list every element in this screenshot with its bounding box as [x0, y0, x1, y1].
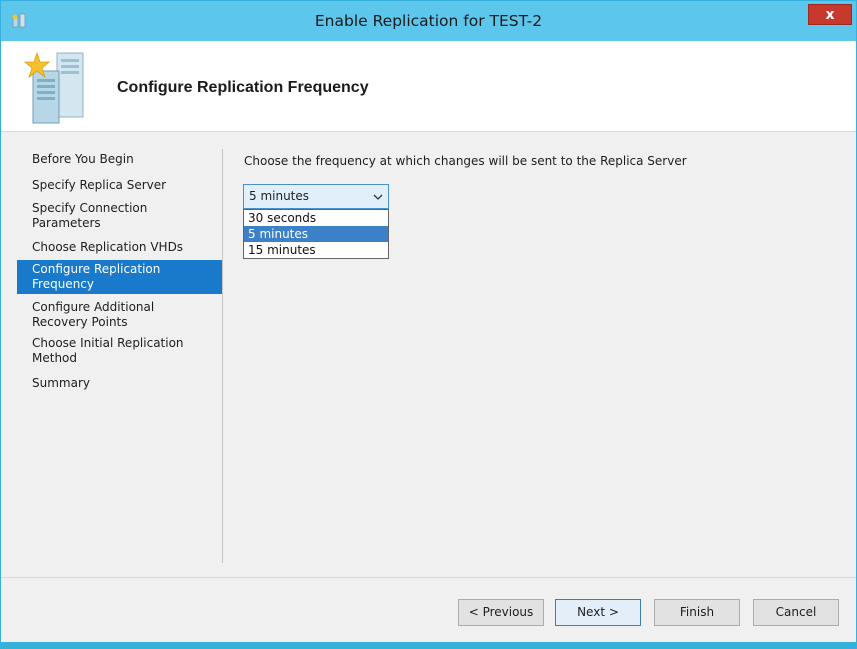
finish-button[interactable]: Finish: [654, 599, 740, 626]
nav-step-label: Choose Initial Replication Method: [32, 336, 184, 365]
frequency-select-value: 5 minutes: [249, 189, 310, 203]
frequency-select[interactable]: 5 minutes: [243, 184, 389, 209]
nav-step-choose-initial-replication-method[interactable]: Choose Initial Replication Method: [17, 336, 222, 366]
frequency-option-15-minutes[interactable]: 15 minutes: [244, 242, 388, 258]
window-bottom-border: [1, 642, 856, 648]
wizard-steps-nav: Before You Begin Specify Replica Server …: [17, 144, 222, 391]
nav-step-choose-replication-vhds[interactable]: Choose Replication VHDs: [17, 240, 222, 255]
wizard-window: Enable Replication for TEST-2 x Configur…: [0, 0, 857, 649]
sidebar-divider: [222, 149, 223, 563]
frequency-option-30-seconds[interactable]: 30 seconds: [244, 210, 388, 226]
previous-button[interactable]: < Previous: [458, 599, 544, 626]
next-button[interactable]: Next >: [555, 599, 641, 626]
frequency-instruction: Choose the frequency at which changes wi…: [244, 154, 687, 168]
chevron-down-icon: [373, 194, 383, 200]
nav-step-label: Configure Additional Recovery Points: [32, 300, 155, 329]
wizard-header: Configure Replication Frequency: [1, 41, 856, 132]
nav-step-configure-additional-recovery-points[interactable]: Configure Additional Recovery Points: [17, 300, 222, 330]
nav-step-label: Specify Connection Parameters: [32, 201, 148, 230]
cancel-button[interactable]: Cancel: [753, 599, 839, 626]
close-button[interactable]: x: [808, 4, 852, 25]
nav-step-configure-replication-frequency[interactable]: Configure Replication Frequency: [17, 260, 222, 294]
frequency-option-5-minutes[interactable]: 5 minutes: [244, 226, 388, 242]
nav-step-before-you-begin[interactable]: Before You Begin: [17, 152, 222, 167]
window-title: Enable Replication for TEST-2: [314, 12, 543, 30]
title-bar[interactable]: Enable Replication for TEST-2 x: [1, 1, 856, 41]
nav-step-specify-connection-parameters[interactable]: Specify Connection Parameters: [17, 201, 222, 231]
nav-step-specify-replica-server[interactable]: Specify Replica Server: [17, 178, 222, 193]
page-title: Configure Replication Frequency: [117, 79, 369, 96]
frequency-dropdown-list: 30 seconds 5 minutes 15 minutes: [243, 209, 389, 259]
server-replication-icon: [23, 51, 84, 124]
footer-divider: [1, 577, 856, 578]
nav-step-summary[interactable]: Summary: [17, 376, 222, 391]
nav-step-label: Configure Replication Frequency: [32, 262, 161, 291]
